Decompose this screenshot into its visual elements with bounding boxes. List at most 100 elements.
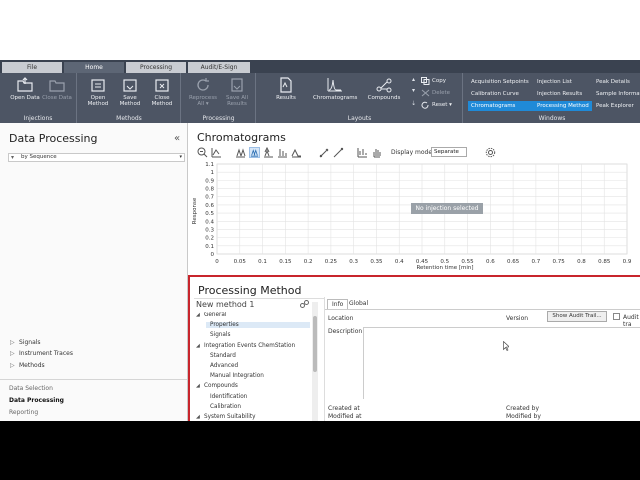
link-icon[interactable] [300, 300, 309, 308]
reset-layout-button[interactable]: Reset ▾ [420, 100, 460, 110]
tree-group[interactable]: ◢ Compounds [196, 383, 238, 389]
sequence-filter-select[interactable]: ▾ by Sequence ▾ [8, 153, 185, 162]
tree-item-label: Methods [19, 362, 45, 369]
show-audit-trail-button[interactable]: Show Audit Trail... [547, 311, 607, 322]
x-tick-label: 0.85 [598, 259, 611, 265]
nav-reporting[interactable]: Reporting [9, 409, 38, 416]
panel-title: Data Processing [9, 132, 98, 145]
window-chromatograms[interactable]: Chromatograms [468, 101, 534, 111]
tab-file[interactable]: File [2, 62, 62, 73]
collapse-arrow-icon: ◢ [196, 414, 200, 420]
peak-labels-icon[interactable] [277, 147, 288, 158]
tree-item[interactable]: Standard [210, 353, 236, 359]
autoscale-icon[interactable] [211, 147, 222, 158]
tree-label: General [204, 312, 227, 318]
tree-item[interactable]: Properties [206, 322, 310, 329]
stack-mode-icon[interactable] [263, 147, 274, 158]
collapse-arrow-icon: ◢ [196, 342, 200, 349]
y-tick-label: 0.1 [205, 244, 214, 250]
save-method-label: Save Method [119, 95, 141, 107]
copy-layout-button[interactable]: Copy [420, 76, 460, 86]
close-method-button[interactable]: Close Method [147, 77, 177, 113]
open-data-button[interactable]: Open Data [10, 77, 40, 113]
copy-label: Copy [432, 78, 446, 84]
tree-item-instrument-traces[interactable]: ▷ Instrument Traces [10, 350, 73, 357]
chart-properties-icon[interactable] [357, 147, 368, 158]
draw-baseline-icon[interactable] [319, 147, 330, 158]
results-layout-button[interactable]: Results [271, 77, 301, 113]
settings-gear-icon[interactable] [485, 147, 496, 158]
tree-group[interactable]: ◢ General [196, 312, 226, 318]
tree-label: Properties [210, 322, 239, 329]
collapse-panel-icon[interactable]: « [174, 133, 180, 144]
open-method-button[interactable]: Open Method [83, 77, 113, 113]
tree-group[interactable]: ◢ Integration Events ChemStation [196, 343, 295, 349]
tree-item[interactable]: Calibration [210, 404, 241, 410]
reprocess-all-button[interactable]: Reprocess All ▾ [188, 77, 218, 113]
window-peak-explorer[interactable]: Peak Explorer [593, 101, 640, 111]
created-by-label: Created by [506, 405, 540, 412]
save-all-results-button[interactable]: Save All Results [222, 77, 252, 113]
chromatogram-chart[interactable]: 0 0.1 0.2 0.3 0.4 0.5 0.6 0.7 0.8 0.9 1 1.1 0 0.05 0.… [189, 161, 640, 273]
window-injection-results[interactable]: Injection Results [534, 89, 592, 99]
window-acquisition-setpoints[interactable]: Acquisition Setpoints [468, 77, 534, 87]
save-all-results-label: Save All Results [225, 95, 249, 107]
save-method-icon [123, 79, 137, 92]
method-section-tree: ◢ General Properties Signals ◢ Integration Ev… [194, 312, 314, 421]
tree-item[interactable]: Advanced [210, 363, 238, 369]
chromatograms-layout-button[interactable]: Chromatograms [313, 77, 357, 113]
compounds-layout-button[interactable]: Compounds [365, 77, 403, 113]
window-peak-details[interactable]: Peak Details [593, 77, 640, 87]
tree-item-methods[interactable]: ▷ Methods [10, 362, 45, 369]
nav-data-selection[interactable]: Data Selection [9, 385, 53, 392]
nav-data-processing[interactable]: Data Processing [9, 397, 64, 404]
tree-group[interactable]: ◢ System Suitability [196, 414, 255, 420]
tree-item[interactable]: Identification [210, 394, 247, 400]
audit-trail-checkbox[interactable] [613, 313, 620, 320]
close-data-label: Close Data [42, 95, 72, 101]
scrollbar-thumb[interactable] [313, 316, 317, 372]
description-label: Description [328, 328, 363, 335]
tab-audit-esign[interactable]: Audit/E-Sign [188, 62, 250, 73]
tree-item[interactable]: Manual Integration [210, 373, 264, 379]
baseline-icon[interactable] [291, 147, 302, 158]
ribbon-group-injections: Open Data Close Data Injections [0, 73, 77, 123]
close-data-button[interactable]: Close Data [42, 77, 72, 113]
expand-arrow-icon: ▷ [10, 350, 15, 357]
chromatograms-label: Chromatograms [313, 95, 358, 101]
x-tick-label: 0.35 [370, 259, 383, 265]
tab-global[interactable]: Global [345, 299, 372, 309]
window-processing-method[interactable]: Processing Method [534, 101, 592, 111]
x-tick-label: 0.15 [279, 259, 292, 265]
split-peak-icon[interactable] [333, 147, 344, 158]
window-sample-information[interactable]: Sample Informat [593, 89, 640, 99]
y-axis-label: Response [192, 197, 198, 224]
display-mode-select[interactable]: Separate [431, 147, 467, 157]
y-tick-label: 1.1 [205, 162, 214, 168]
tree-item[interactable]: Signals [210, 332, 230, 338]
x-tick-label: 0.05 [234, 259, 247, 265]
window-calibration-curve[interactable]: Calibration Curve [468, 89, 534, 99]
app-window: File Home Processing Audit/E-Sign Open D… [0, 0, 640, 421]
window-injection-list[interactable]: Injection List [534, 77, 592, 87]
tree-label: Standard [210, 352, 236, 359]
tree-scrollbar[interactable] [312, 302, 318, 421]
tab-processing[interactable]: Processing [126, 62, 186, 73]
ribbon-group-label: Windows [538, 115, 566, 122]
x-tick-label: 0.75 [553, 259, 566, 265]
tree-item-signals[interactable]: ▷ Signals [10, 339, 41, 346]
x-tick-label: 0.4 [395, 259, 404, 265]
chevron-down-icon: ▾ [179, 154, 182, 160]
tree-label: Signals [210, 332, 231, 339]
zoom-out-icon[interactable] [197, 147, 208, 158]
chromatograms-window: Chromatograms Display mode Separate 0 0.1… [189, 123, 640, 273]
delete-layout-button[interactable]: Delete [420, 88, 460, 98]
overlay-mode-icon[interactable] [235, 147, 246, 158]
separate-mode-icon[interactable] [249, 147, 260, 158]
save-method-button[interactable]: Save Method [115, 77, 145, 113]
y-tick-label: 0.5 [205, 211, 214, 217]
tab-home[interactable]: Home [64, 62, 124, 73]
description-textarea[interactable] [363, 327, 640, 399]
pan-hand-icon[interactable] [371, 147, 382, 158]
x-tick-label: 0.8 [577, 259, 586, 265]
